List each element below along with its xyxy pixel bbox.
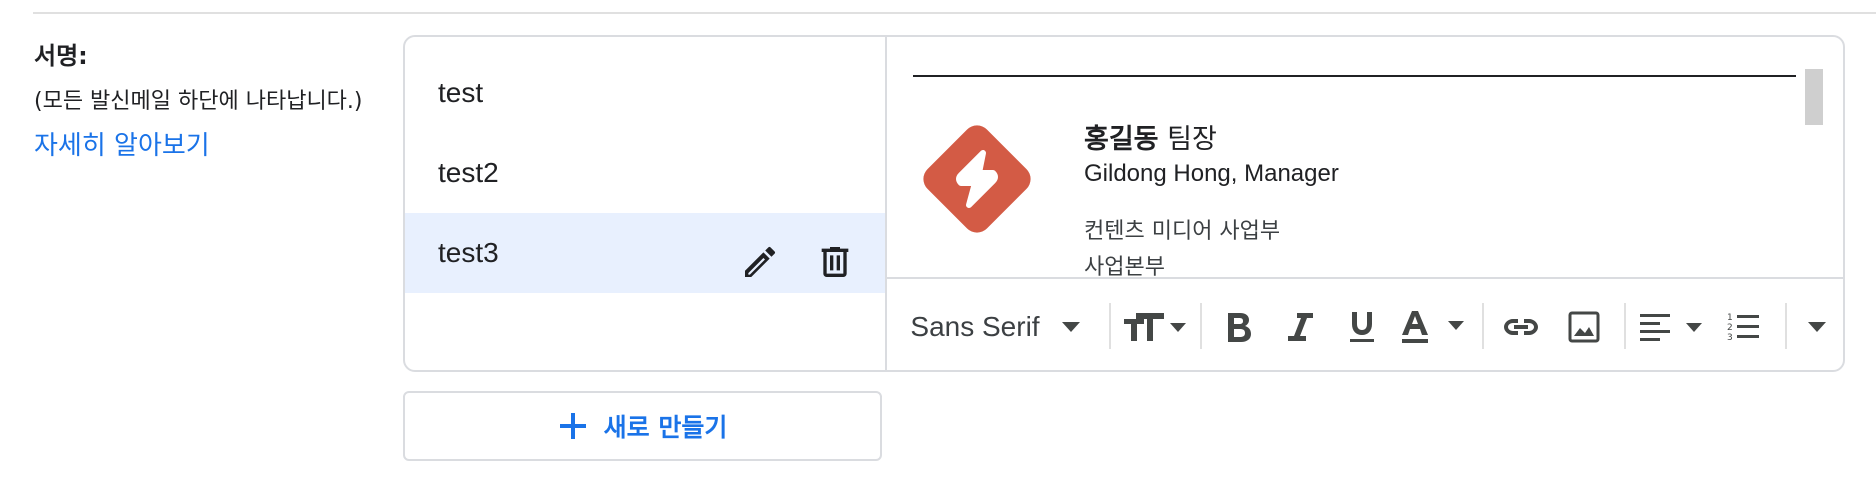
- toolbar-separator: [1785, 303, 1787, 349]
- text-size-icon[interactable]: [1117, 279, 1191, 370]
- align-icon[interactable]: [1631, 279, 1711, 370]
- signature-cut-off-line: 사업본부: [1084, 255, 1165, 277]
- numbered-list-icon[interactable]: 123: [1713, 279, 1773, 370]
- company-logo-icon: [913, 115, 1041, 243]
- font-family-label: Sans Serif: [910, 310, 1040, 342]
- svg-text:3: 3: [1727, 333, 1733, 343]
- underline-icon[interactable]: [1332, 279, 1392, 370]
- svg-text:2: 2: [1727, 323, 1733, 333]
- learn-more-link[interactable]: 자세히 알아보기: [34, 125, 363, 162]
- top-divider: [33, 12, 1876, 14]
- signature-label-title: 서명:: [34, 42, 88, 70]
- edit-pencil-icon[interactable]: [740, 233, 780, 277]
- toolbar-separator: [1200, 303, 1202, 349]
- bold-icon[interactable]: [1209, 279, 1269, 370]
- signature-item-selected[interactable]: test3: [405, 213, 885, 293]
- image-icon[interactable]: [1554, 279, 1614, 370]
- delete-trash-icon[interactable]: [815, 233, 855, 277]
- signature-department: 컨텐츠 미디어 사업부: [1084, 219, 1281, 244]
- toolbar-separator: [1109, 303, 1111, 349]
- signature-english-name: Gildong Hong, Manager: [1084, 160, 1339, 187]
- create-new-label: 새로 만들기: [603, 413, 728, 442]
- signature-name: 홍길동 팀장: [1084, 117, 1217, 156]
- editor-scrollbar-thumb[interactable]: [1805, 69, 1823, 125]
- toolbar-separator: [1482, 303, 1484, 349]
- font-family-dropdown[interactable]: Sans Serif: [905, 279, 1085, 370]
- signature-item-label: test2: [438, 157, 499, 188]
- text-color-icon[interactable]: [1394, 279, 1472, 370]
- signature-list: test test2 test3: [405, 37, 887, 370]
- signature-label-section: 서명: (모든 발신메일 하단에 나타납니다.) 자세히 알아보기: [34, 36, 363, 162]
- more-options-icon[interactable]: [1792, 279, 1842, 370]
- link-icon[interactable]: [1491, 279, 1551, 370]
- formatting-toolbar: Sans Serif 1 2 3: [887, 277, 1843, 370]
- signature-title: 팀장: [1158, 124, 1217, 155]
- signature-preview[interactable]: 홍길동 팀장 Gildong Hong, Manager 컨텐츠 미디어 사업부…: [887, 37, 1843, 277]
- signature-name-bold: 홍길동: [1084, 124, 1159, 155]
- signature-item[interactable]: test: [405, 53, 885, 133]
- signature-item-label: test: [438, 77, 484, 108]
- toolbar-separator: [1624, 303, 1626, 349]
- plus-icon: [559, 413, 586, 439]
- chevron-down-icon: [1061, 321, 1080, 332]
- signature-divider-line: [913, 75, 1796, 77]
- signature-item[interactable]: test2: [405, 133, 885, 213]
- signature-label-subtitle: (모든 발신메일 하단에 나타납니다.): [34, 89, 363, 114]
- italic-icon[interactable]: [1270, 279, 1330, 370]
- signature-editor[interactable]: 홍길동 팀장 Gildong Hong, Manager 컨텐츠 미디어 사업부…: [887, 37, 1843, 370]
- create-new-signature-button[interactable]: 새로 만들기: [403, 391, 882, 461]
- signature-panel: test test2 test3 홍길동 팀장 Gildong Hong, Ma…: [403, 35, 1845, 372]
- svg-text:1: 1: [1727, 313, 1733, 323]
- signature-item-label: test3: [438, 237, 499, 268]
